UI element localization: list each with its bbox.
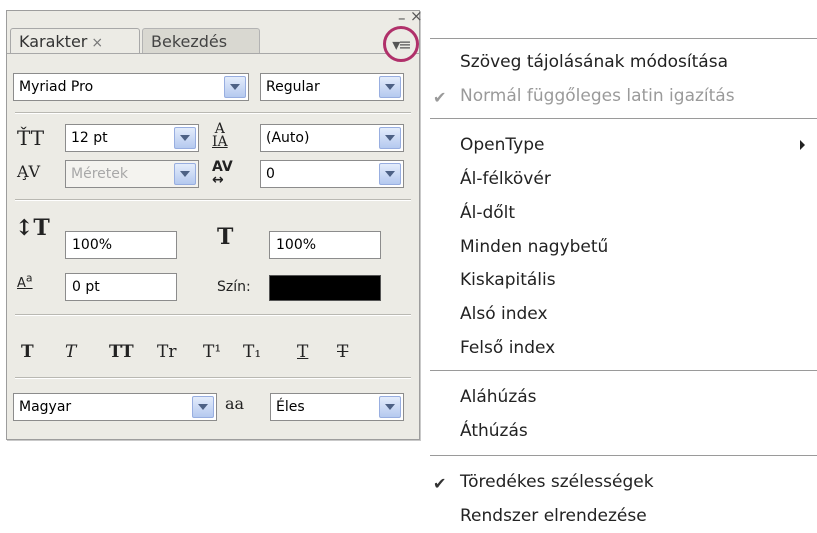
menu-separator	[430, 118, 817, 119]
leading-icon: A IA	[212, 121, 228, 150]
menu-item-change-text-orientation[interactable]: Szöveg tájolásának módosítása	[460, 52, 728, 72]
vertical-scale-input[interactable]: 100%	[65, 231, 177, 259]
tab-divider	[7, 53, 419, 54]
divider	[15, 315, 411, 316]
color-label: Szín:	[217, 279, 251, 295]
horizontal-scale-value: 100%	[276, 237, 317, 253]
chevron-down-icon[interactable]	[379, 163, 401, 185]
font-size-select[interactable]: 12 pt	[65, 124, 199, 152]
chevron-down-icon[interactable]	[174, 163, 196, 185]
antialias-value: Éles	[276, 399, 305, 415]
tab-bekezdes-label: Bekezdés	[151, 32, 228, 51]
panel-menu-button[interactable]: ▾≡	[383, 26, 419, 62]
tracking-value: 0	[266, 166, 275, 182]
antialias-select[interactable]: Éles	[270, 393, 404, 421]
leading-value: (Auto)	[266, 130, 310, 146]
tracking-select[interactable]: 0	[260, 160, 404, 188]
menu-item-all-caps[interactable]: Minden nagybetű	[460, 237, 608, 257]
language-select[interactable]: Magyar	[13, 393, 217, 421]
character-panel: – × Karakter × Bekezdés Myriad Pro Regula…	[6, 9, 423, 440]
leading-select[interactable]: (Auto)	[260, 124, 404, 152]
baseline-shift-input[interactable]: 0 pt	[65, 273, 177, 301]
underline-button[interactable]: T	[297, 342, 308, 362]
chevron-down-icon[interactable]	[174, 127, 196, 149]
all-caps-button[interactable]: TT	[109, 342, 134, 362]
panel-flyout-menu	[426, 0, 817, 533]
tracking-icon: AV ↔	[212, 159, 233, 188]
superscript-button[interactable]: T¹	[203, 342, 221, 362]
checkmark-icon: ✔	[433, 88, 447, 107]
tab-karakter-label: Karakter	[19, 32, 88, 51]
subscript-button[interactable]: T₁	[243, 342, 261, 362]
language-value: Magyar	[19, 399, 72, 415]
chevron-down-icon[interactable]	[379, 127, 401, 149]
menu-item-system-layout[interactable]: Rendszer elrendezése	[460, 506, 647, 526]
faux-bold-button[interactable]: T	[21, 342, 34, 362]
menu-item-strikethrough[interactable]: Áthúzás	[460, 421, 528, 441]
menu-item-standard-vertical-roman-alignment[interactable]: Normál függőleges latin igazítás	[460, 86, 735, 106]
checkmark-icon: ✔	[433, 474, 447, 493]
antialias-icon: aa	[225, 394, 245, 413]
vertical-scale-icon: ↕T	[15, 215, 50, 241]
kerning-select[interactable]: Méretek	[65, 160, 199, 188]
menu-icon: ▾≡	[392, 34, 411, 54]
submenu-arrow-icon	[800, 140, 805, 150]
strikethrough-button[interactable]: T	[337, 342, 348, 362]
chevron-down-icon[interactable]	[224, 76, 246, 98]
menu-item-faux-italic[interactable]: Ál-dőlt	[460, 203, 515, 223]
chevron-down-icon[interactable]	[192, 396, 214, 418]
baseline-shift-value: 0 pt	[72, 279, 100, 295]
tab-karakter[interactable]: Karakter ×	[10, 28, 140, 54]
faux-italic-button[interactable]: T	[65, 342, 76, 362]
tab-bekezdes[interactable]: Bekezdés	[142, 28, 260, 54]
menu-item-faux-bold[interactable]: Ál-félkövér	[460, 169, 551, 189]
divider	[15, 378, 411, 379]
tab-close-icon[interactable]: ×	[91, 35, 103, 51]
menu-item-small-caps[interactable]: Kiskapitális	[460, 270, 556, 290]
menu-item-underline[interactable]: Aláhúzás	[460, 387, 537, 407]
font-style-select[interactable]: Regular	[260, 73, 404, 101]
chevron-down-icon[interactable]	[379, 76, 401, 98]
close-panel-button[interactable]: ×	[410, 9, 423, 24]
menu-separator	[430, 455, 817, 456]
divider	[15, 113, 411, 114]
minimize-button[interactable]: –	[398, 11, 406, 26]
horizontal-scale-input[interactable]: 100%	[269, 231, 381, 259]
font-family-select[interactable]: Myriad Pro	[13, 73, 249, 101]
menu-item-superscript[interactable]: Felső index	[460, 338, 555, 358]
color-swatch[interactable]	[269, 275, 381, 301]
kerning-icon: A̧V	[17, 162, 41, 181]
kerning-value: Méretek	[71, 166, 128, 182]
menu-item-fractional-widths[interactable]: Töredékes szélességek	[460, 472, 654, 492]
divider	[15, 200, 411, 201]
font-size-icon: ŤT	[17, 126, 45, 150]
menu-item-subscript[interactable]: Alsó index	[460, 304, 548, 324]
small-caps-button[interactable]: Tr	[157, 342, 176, 362]
vertical-scale-value: 100%	[72, 237, 113, 253]
font-family-value: Myriad Pro	[19, 79, 94, 95]
chevron-down-icon[interactable]	[379, 396, 401, 418]
menu-separator	[430, 370, 817, 371]
baseline-shift-icon: Aa	[17, 272, 33, 292]
font-style-value: Regular	[266, 79, 320, 95]
horizontal-scale-icon: T	[217, 224, 234, 250]
font-size-value: 12 pt	[71, 130, 108, 146]
menu-separator	[430, 38, 817, 39]
menu-item-opentype[interactable]: OpenType	[460, 135, 544, 155]
